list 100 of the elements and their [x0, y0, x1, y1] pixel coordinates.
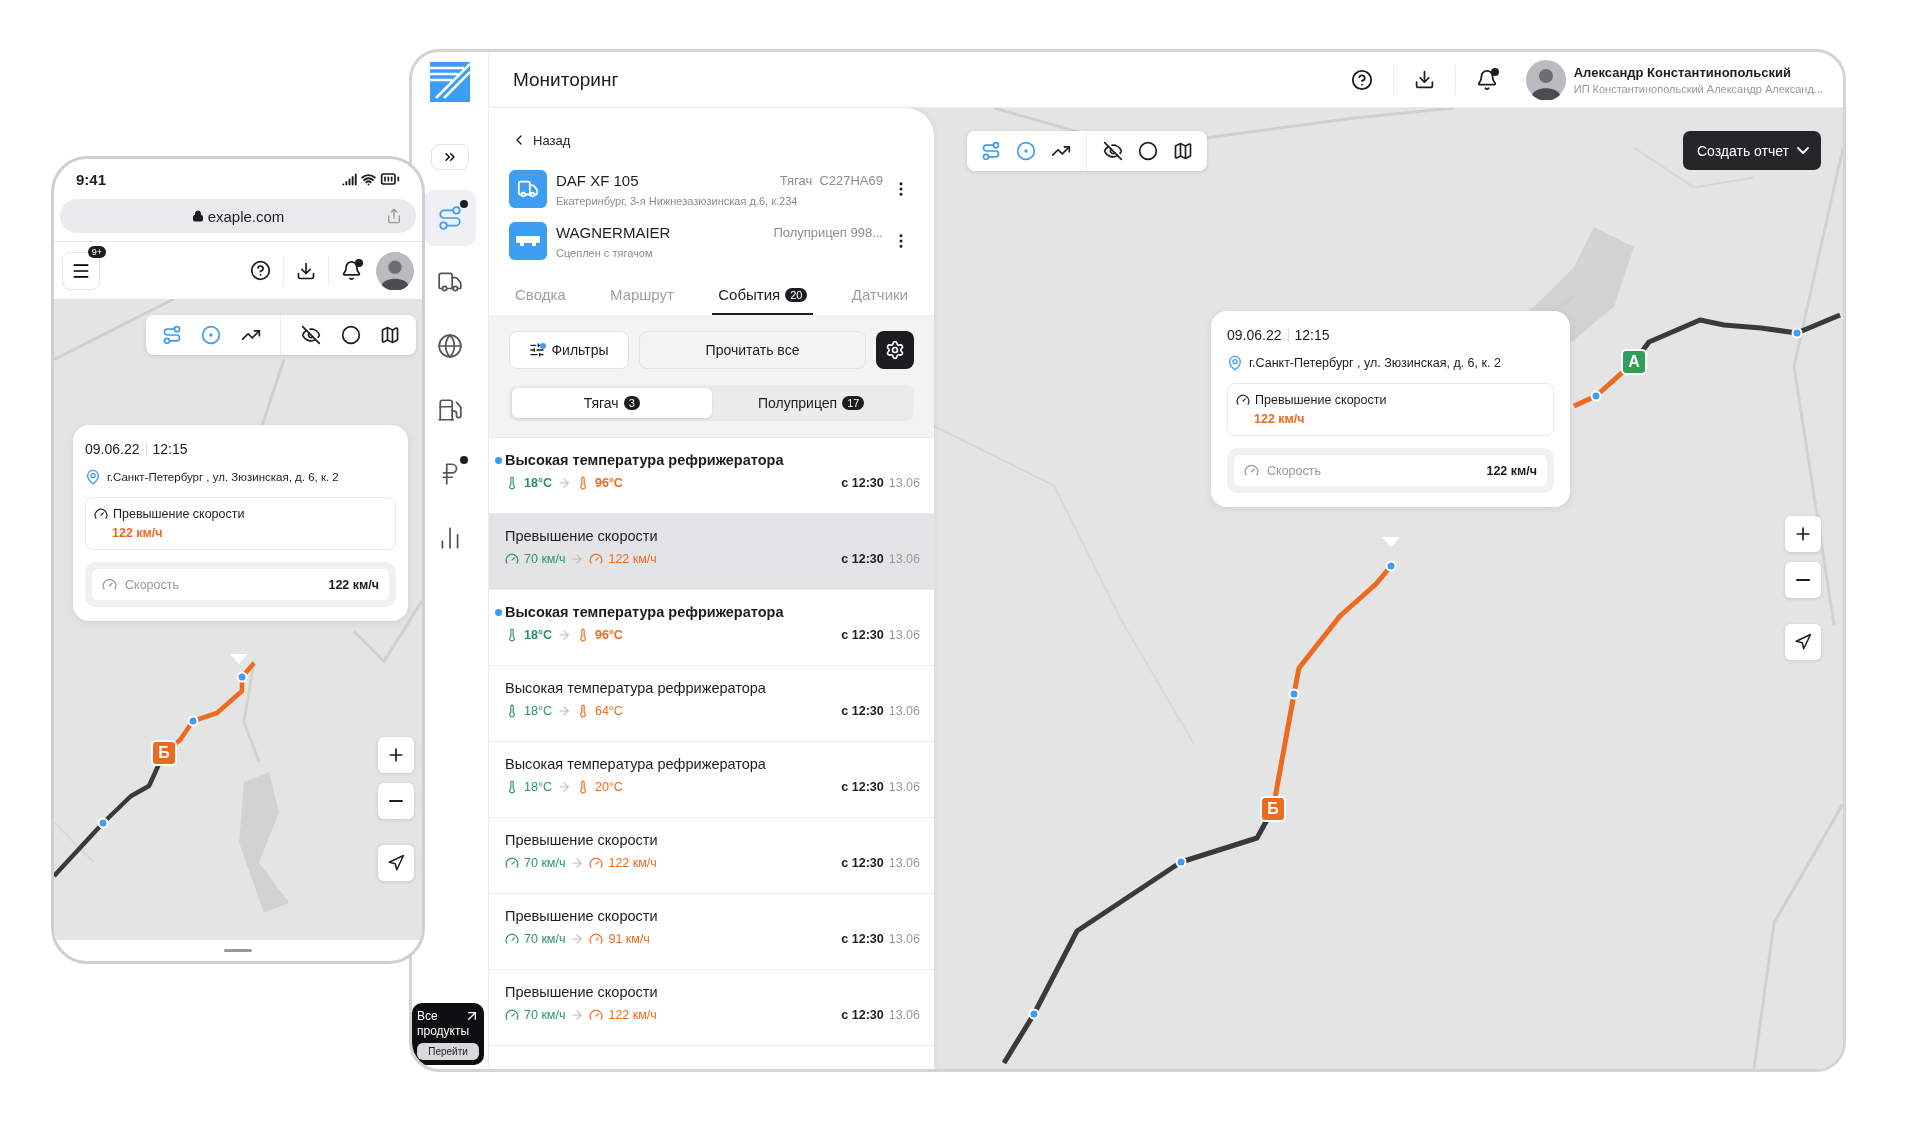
- route-icon[interactable]: [161, 325, 182, 345]
- segment[interactable]: Полуприцеп 17: [711, 388, 911, 418]
- event-time: с 12:30: [841, 932, 884, 946]
- lock-icon: [191, 210, 204, 222]
- menu-button[interactable]: [62, 251, 100, 290]
- event-from-value: 70 км/ч: [524, 932, 566, 946]
- count-badge: 17: [842, 396, 865, 410]
- route-icon: [437, 205, 463, 231]
- metric-label: Скорость: [1267, 463, 1322, 478]
- event-row[interactable]: Превышение скорости 70 км/ч 91 км/ч с 12:30 13.06: [489, 894, 934, 970]
- event-to-value: 122 км/ч: [608, 856, 657, 870]
- filters-button[interactable]: Фильтры: [509, 331, 629, 369]
- download-icon[interactable]: [296, 260, 316, 281]
- unread-dot: [495, 456, 502, 464]
- route-icon[interactable]: [980, 141, 1001, 161]
- map-icon[interactable]: [380, 325, 401, 345]
- truck-icon: [509, 170, 547, 208]
- address-bar[interactable]: exaple.com: [60, 199, 416, 233]
- event-from-value: 18°C: [524, 704, 552, 718]
- logo-icon: [430, 62, 470, 102]
- circle-icon[interactable]: [1138, 141, 1159, 161]
- arrow-icon: [570, 932, 585, 946]
- event-row[interactable]: Высокая температура рефрижератора 18°C 96°C с 12:30 13.06: [489, 590, 934, 666]
- popup-pointer: [230, 654, 248, 664]
- eye-off-icon[interactable]: [301, 325, 322, 345]
- target-icon[interactable]: [1015, 141, 1036, 161]
- event-date: 13.06: [888, 552, 920, 566]
- navigation-arrow-icon: [387, 854, 405, 872]
- waypoint-icon: [1028, 1008, 1040, 1020]
- settings-icon: [885, 340, 905, 360]
- bell-icon[interactable]: [341, 260, 362, 281]
- arrow-icon: [556, 704, 571, 718]
- trailer-icon: [509, 222, 547, 260]
- arrow-icon: [570, 1008, 585, 1022]
- segment[interactable]: Тягач 3: [512, 388, 712, 418]
- vehicle-name: WAGNERMAIER: [556, 223, 672, 241]
- event-from-value: 70 км/ч: [524, 552, 566, 566]
- locate-button[interactable]: [1785, 624, 1821, 660]
- chevron-down-icon: [1797, 147, 1809, 154]
- zoom-out-button[interactable]: [378, 783, 414, 819]
- products-card[interactable]: Все продукты Перейти: [412, 1003, 484, 1065]
- expand-button[interactable]: [431, 144, 469, 170]
- metric-value: 122 км/ч: [328, 577, 379, 592]
- speedometer-icon: [589, 856, 604, 870]
- arrow-icon: [570, 552, 585, 566]
- wifi-icon: [361, 171, 376, 187]
- fuel-pump-icon: [437, 397, 463, 423]
- vehicle-info: Полуприцеп 998...: [773, 224, 883, 240]
- event-from-value: 18°C: [524, 780, 552, 794]
- arrow-icon: [570, 856, 585, 870]
- go-button[interactable]: Перейти: [417, 1043, 479, 1060]
- user-avatar[interactable]: [376, 251, 414, 290]
- eye-off-icon[interactable]: [1102, 141, 1123, 161]
- event-time: с 12:30: [841, 1008, 884, 1022]
- event-date: 13.06: [888, 780, 920, 794]
- event-date: 13.06: [888, 476, 920, 490]
- read-all-button[interactable]: Прочитать все: [639, 331, 866, 369]
- waypoint-icon: [1791, 327, 1803, 339]
- help-icon[interactable]: [250, 260, 271, 281]
- speedometer-icon: [589, 552, 604, 566]
- event-title: Высокая температура рефрижератора: [505, 680, 766, 696]
- event-title: Высокая температура рефрижератора: [505, 452, 784, 468]
- speedometer-icon: [1236, 393, 1250, 407]
- bell-icon[interactable]: [1475, 68, 1498, 91]
- user-avatar[interactable]: [1525, 59, 1566, 100]
- location-pin-icon: [1227, 355, 1243, 371]
- count-badge: 3: [623, 396, 640, 410]
- page-title: Мониторинг: [513, 68, 620, 91]
- location-pin-icon: [85, 469, 101, 485]
- event-time: с 12:30: [841, 552, 884, 566]
- event-time: с 12:30: [841, 780, 884, 794]
- event-row[interactable]: Высокая температура рефрижератора 18°C 96°C с 12:30 13.06: [489, 438, 934, 514]
- create-report-button[interactable]: Создать отчет: [1683, 131, 1821, 170]
- download-icon[interactable]: [1413, 69, 1435, 90]
- event-row[interactable]: Превышение скорости 70 км/ч 122 км/ч с 12:30 13.06: [489, 970, 934, 1046]
- vehicle-name: DAF XF 105: [556, 171, 640, 189]
- locate-button[interactable]: [378, 845, 414, 881]
- event-time: с 12:30: [841, 628, 884, 642]
- help-icon[interactable]: [1350, 68, 1373, 91]
- arrow-icon: [556, 476, 571, 490]
- event-from-value: 18°C: [524, 476, 552, 490]
- event-row[interactable]: Высокая температура рефрижератора 18°C 64°C с 12:30 13.06: [489, 666, 934, 742]
- target-icon[interactable]: [201, 325, 222, 345]
- event-row[interactable]: Превышение скорости 70 км/ч 122 км/ч с 12:30 13.06: [489, 514, 934, 590]
- speedometer-icon: [505, 1008, 519, 1022]
- map-icon[interactable]: [1173, 141, 1194, 161]
- zoom-in-button[interactable]: [378, 737, 414, 773]
- event-from-value: 70 км/ч: [524, 856, 566, 870]
- user-company: ИП Константинопольский Александр Александ...: [1573, 82, 1823, 95]
- zoom-in-button[interactable]: [1785, 516, 1821, 552]
- notification-dot: [460, 456, 468, 464]
- back-link[interactable]: Назад: [511, 132, 571, 148]
- circle-icon[interactable]: [340, 325, 361, 345]
- event-to-value: 96°C: [594, 628, 623, 642]
- settings-button[interactable]: [876, 331, 914, 369]
- event-row[interactable]: Превышение скорости 70 км/ч 122 км/ч с 12:30 13.06: [489, 818, 934, 894]
- event-row[interactable]: Высокая температура рефрижератора 18°C 20°C с 12:30 13.06: [489, 742, 934, 818]
- zoom-out-button[interactable]: [1785, 562, 1821, 598]
- arrow-icon: [556, 628, 571, 642]
- notification-dot: [460, 200, 468, 208]
